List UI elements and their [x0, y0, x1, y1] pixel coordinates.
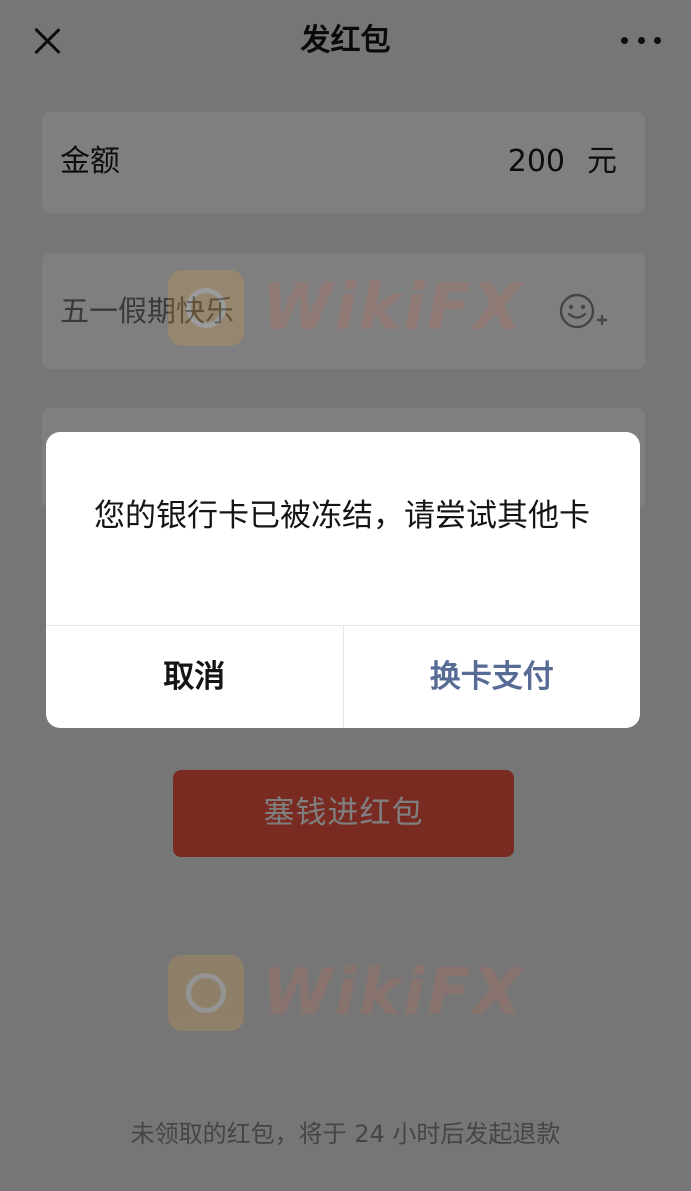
change-card-button[interactable]: 换卡支付 — [344, 626, 641, 728]
watermark-text: WikiFX — [262, 956, 525, 1030]
watermark-text: WikiFX — [262, 271, 525, 345]
watermark-logo-icon — [168, 270, 244, 346]
watermark: WikiFX — [168, 955, 524, 1031]
cancel-button[interactable]: 取消 — [46, 626, 344, 728]
watermark-logo-icon — [168, 955, 244, 1031]
alert-dialog: 您的银行卡已被冻结，请尝试其他卡 取消 换卡支付 — [46, 432, 640, 728]
dialog-actions: 取消 换卡支付 — [46, 625, 640, 728]
dialog-message: 您的银行卡已被冻结，请尝试其他卡 — [94, 498, 590, 534]
watermark: WikiFX — [168, 270, 524, 346]
